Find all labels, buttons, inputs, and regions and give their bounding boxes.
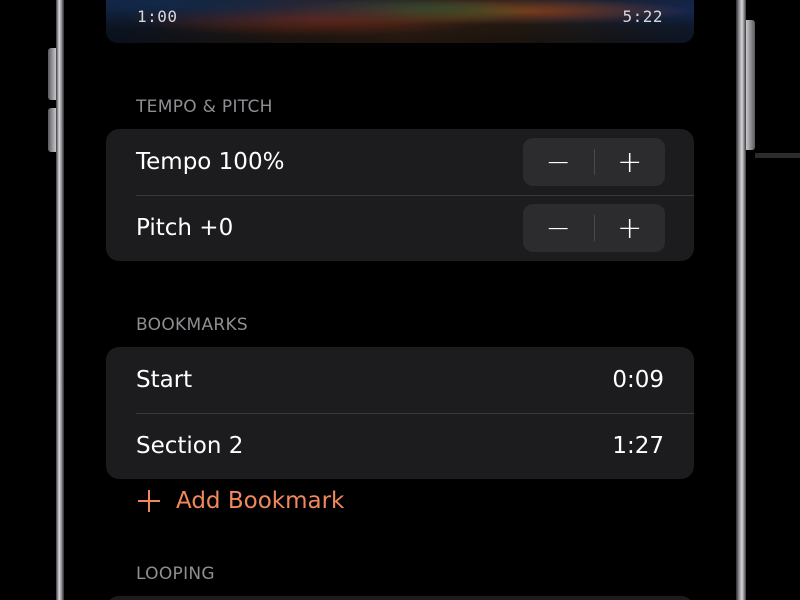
pitch-decrease-button[interactable]: − — [523, 204, 594, 252]
volume-down-button — [48, 108, 56, 152]
tempo-stepper[interactable]: − + — [523, 138, 665, 186]
bookmark-row[interactable]: Start 0:09 — [106, 347, 694, 413]
app-screen: 1:00 5:22 TEMPO & PITCH Tempo 100% − + P… — [64, 0, 736, 600]
pitch-row: Pitch +0 − + — [106, 195, 694, 261]
pitch-label: Pitch +0 — [136, 215, 234, 241]
total-time: 5:22 — [622, 7, 663, 26]
tempo-label: Tempo 100% — [136, 149, 285, 175]
pitch-increase-button[interactable]: + — [595, 204, 666, 252]
tempo-pitch-header: TEMPO & PITCH — [136, 97, 273, 117]
tempo-increase-button[interactable]: + — [595, 138, 666, 186]
bookmark-row[interactable]: Section 2 1:27 — [106, 413, 694, 479]
artwork-shade — [106, 0, 694, 43]
plus-icon — [136, 488, 162, 514]
add-bookmark-button[interactable]: Add Bookmark — [136, 488, 344, 514]
volume-up-button — [48, 48, 56, 100]
tempo-row: Tempo 100% − + — [106, 129, 694, 195]
bookmark-label: Start — [136, 367, 193, 393]
tempo-decrease-button[interactable]: − — [523, 138, 594, 186]
add-bookmark-label: Add Bookmark — [176, 488, 345, 514]
phone-frame-left — [56, 0, 64, 600]
power-button — [746, 20, 755, 150]
phone-frame-right — [736, 0, 746, 600]
bookmark-time: 1:27 — [612, 433, 664, 459]
pitch-stepper[interactable]: − + — [523, 204, 665, 252]
device-screenshot: 1:00 5:22 TEMPO & PITCH Tempo 100% − + P… — [0, 0, 800, 600]
background-edge — [755, 153, 800, 158]
bookmarks-group: Start 0:09 Section 2 1:27 — [106, 347, 694, 479]
looping-header: LOOPING — [136, 564, 215, 584]
elapsed-time: 1:00 — [137, 7, 178, 26]
looping-group — [106, 596, 694, 600]
now-playing-artwork[interactable]: 1:00 5:22 — [106, 0, 694, 43]
bookmark-time: 0:09 — [612, 367, 664, 393]
tempo-pitch-group: Tempo 100% − + Pitch +0 − + — [106, 129, 694, 261]
bookmark-label: Section 2 — [136, 433, 244, 459]
bookmarks-header: BOOKMARKS — [136, 315, 249, 335]
